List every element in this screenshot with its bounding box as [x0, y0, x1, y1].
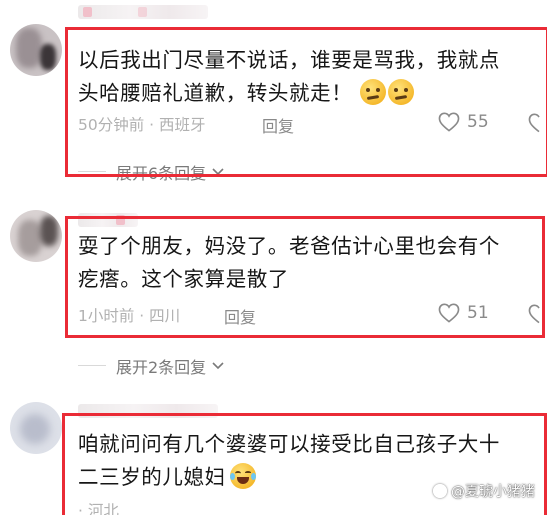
chevron-down-icon: [212, 168, 224, 176]
comment-text: 耍了个朋友，妈没了。老爸估计心里也会有个 疙瘩。这个家算是散了: [78, 230, 500, 296]
comment-meta: · 河北: [78, 499, 119, 515]
watermark-text: @夏琥小猪猪: [451, 484, 535, 500]
heart-icon: [438, 303, 460, 323]
thinking-face-emoji: [388, 79, 415, 105]
comment-line: 头哈腰赔礼道歉，转头就走！: [78, 77, 500, 110]
comment-meta: 50分钟前 · 西班牙: [78, 116, 206, 134]
timestamp: 50分钟前: [78, 116, 145, 134]
location: 四川: [149, 307, 181, 325]
divider: [78, 365, 106, 366]
expand-replies-label: 展开2条回复: [116, 358, 207, 377]
thinking-face-emoji: [360, 79, 387, 105]
chevron-down-icon: [212, 362, 224, 370]
like-count: 51: [467, 303, 489, 323]
expand-replies-label: 展开6条回复: [116, 164, 207, 183]
dislike-icon[interactable]: [527, 113, 545, 133]
location: 西班牙: [159, 116, 206, 134]
like-count: 55: [467, 112, 489, 132]
watermark-logo-icon: [433, 484, 447, 498]
username-blurred: [78, 213, 138, 227]
comment-meta: 1小时前 · 四川: [78, 307, 181, 325]
like-button[interactable]: 55: [438, 112, 489, 132]
comment-line: 以后我出门尽量不说话，谁要是骂我，我就点: [78, 48, 500, 72]
username-blurred: [78, 5, 208, 19]
location: 河北: [87, 502, 119, 515]
expand-replies-button[interactable]: 展开6条回复: [78, 160, 224, 184]
divider: [78, 171, 106, 172]
avatar[interactable]: [10, 402, 62, 454]
heart-icon: [438, 112, 460, 132]
comment-line: 咱就问问有几个婆婆可以接受比自己孩子大十: [78, 432, 500, 456]
tears-of-joy-emoji: [229, 463, 256, 489]
comment-line-text: 二三岁的儿媳妇: [78, 465, 226, 489]
comment-line: 耍了个朋友，妈没了。老爸估计心里也会有个: [78, 234, 500, 258]
timestamp: 1小时前: [78, 307, 135, 325]
watermark: @夏琥小猪猪: [433, 481, 535, 501]
reply-button[interactable]: 回复: [224, 304, 256, 328]
avatar[interactable]: [10, 24, 62, 76]
expand-replies-button[interactable]: 展开2条回复: [78, 354, 224, 378]
comment-line-text: 头哈腰赔礼道歉，转头就走！: [78, 81, 353, 105]
comment-line: 疙瘩。这个家算是散了: [78, 267, 289, 291]
dislike-icon[interactable]: [527, 304, 545, 324]
username-blurred: [78, 404, 218, 418]
avatar[interactable]: [10, 210, 62, 262]
comment-text: 以后我出门尽量不说话，谁要是骂我，我就点 头哈腰赔礼道歉，转头就走！: [78, 44, 500, 110]
like-button[interactable]: 51: [438, 303, 489, 323]
reply-button[interactable]: 回复: [262, 113, 294, 137]
